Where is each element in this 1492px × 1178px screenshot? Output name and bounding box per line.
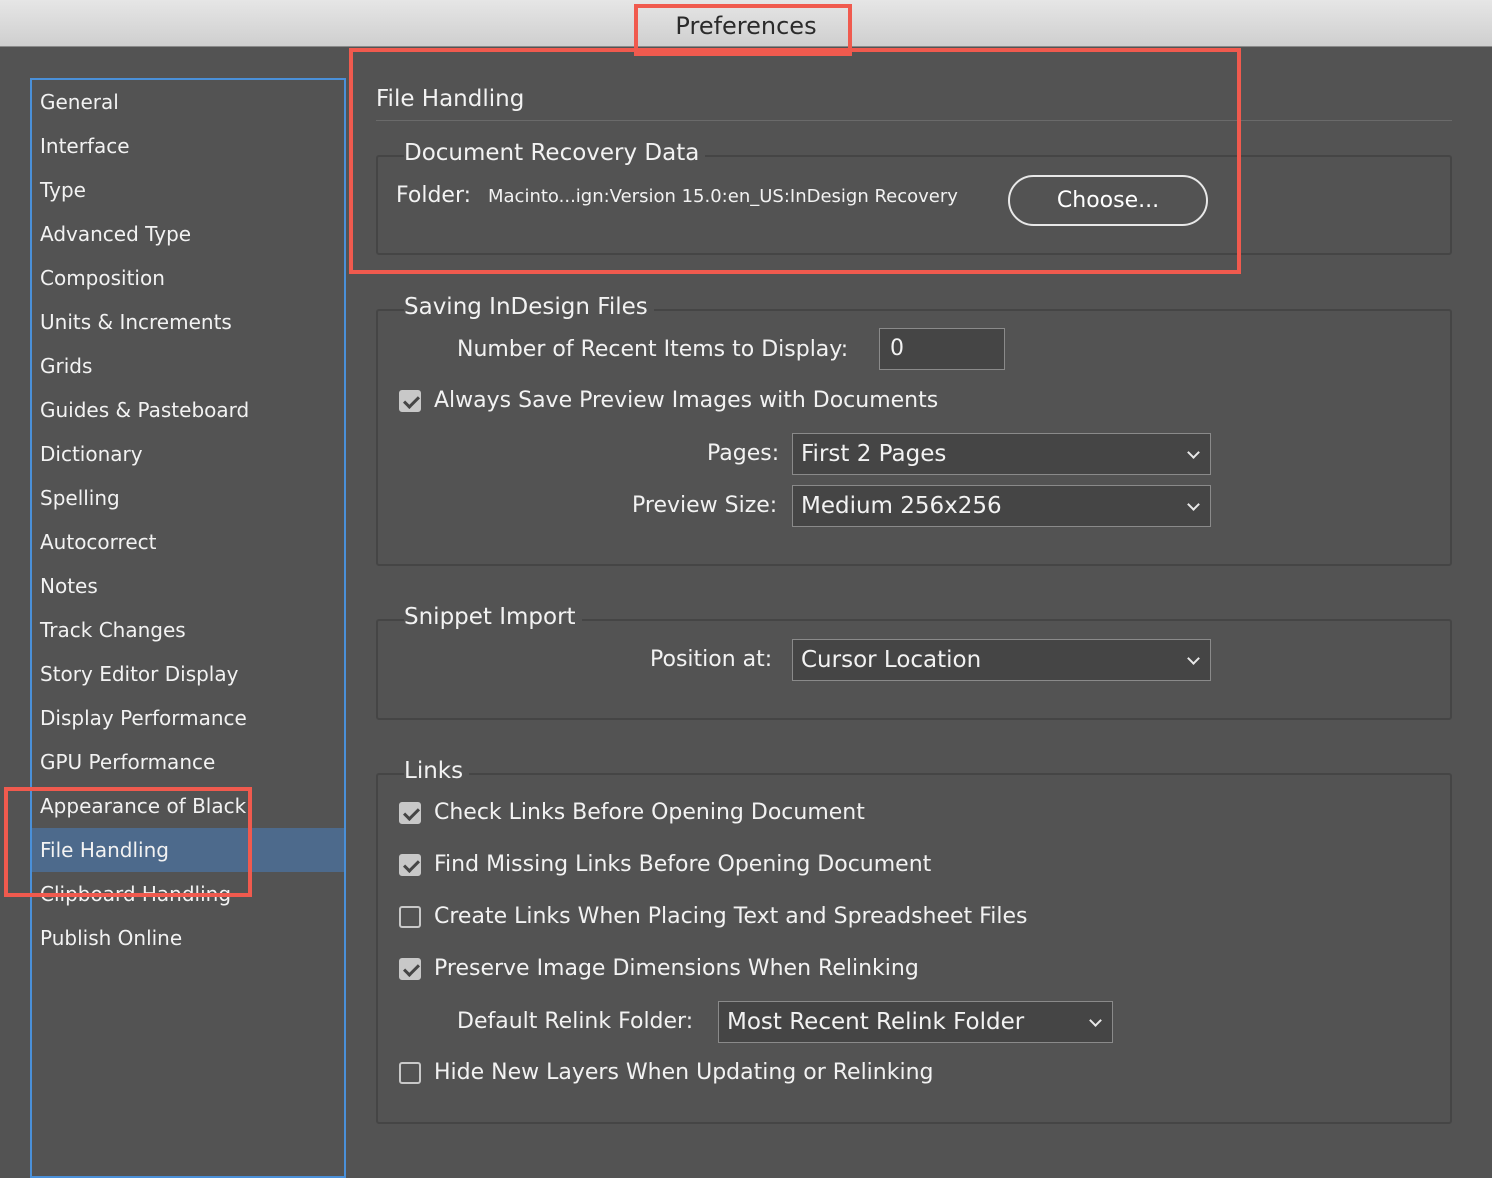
window-title: Preferences bbox=[675, 12, 817, 40]
find-missing-links-label: Find Missing Links Before Opening Docume… bbox=[434, 852, 932, 877]
chevron-down-icon bbox=[1187, 498, 1200, 511]
recovery-group-title: Document Recovery Data bbox=[404, 140, 706, 166]
choose-button[interactable]: Choose... bbox=[1008, 175, 1208, 226]
create-links-checkbox[interactable] bbox=[399, 906, 421, 928]
sidebar-item-dictionary[interactable]: Dictionary bbox=[32, 432, 344, 476]
sidebar-item-clipboard-handling[interactable]: Clipboard Handling bbox=[32, 872, 344, 916]
sidebar-item-grids[interactable]: Grids bbox=[32, 344, 344, 388]
hide-new-layers-checkbox[interactable] bbox=[399, 1062, 421, 1084]
preview-size-select-value: Medium 256x256 bbox=[801, 493, 1002, 519]
section-divider bbox=[376, 120, 1452, 121]
recent-items-input[interactable]: 0 bbox=[879, 328, 1005, 370]
sidebar-item-spelling[interactable]: Spelling bbox=[32, 476, 344, 520]
hide-new-layers-label: Hide New Layers When Updating or Relinki… bbox=[434, 1060, 934, 1085]
sidebar-item-display-performance[interactable]: Display Performance bbox=[32, 696, 344, 740]
pages-select-value: First 2 Pages bbox=[801, 441, 947, 467]
sidebar-item-appearance-of-black[interactable]: Appearance of Black bbox=[32, 784, 344, 828]
sidebar-item-gpu-performance[interactable]: GPU Performance bbox=[32, 740, 344, 784]
sidebar-item-story-editor-display[interactable]: Story Editor Display bbox=[32, 652, 344, 696]
relink-folder-select-value: Most Recent Relink Folder bbox=[727, 1009, 1025, 1035]
preserve-dimensions-label: Preserve Image Dimensions When Relinking bbox=[434, 956, 919, 981]
position-at-label: Position at: bbox=[650, 647, 773, 672]
sidebar-item-file-handling[interactable]: File Handling bbox=[32, 828, 344, 872]
sidebar-item-guides-pasteboard[interactable]: Guides & Pasteboard bbox=[32, 388, 344, 432]
pages-select[interactable]: First 2 Pages bbox=[792, 433, 1211, 475]
preferences-sidebar: General Interface Type Advanced Type Com… bbox=[30, 78, 346, 1178]
sidebar-item-interface[interactable]: Interface bbox=[32, 124, 344, 168]
snippet-group-title: Snippet Import bbox=[404, 604, 582, 630]
window-titlebar: Preferences bbox=[0, 0, 1492, 47]
sidebar-item-general[interactable]: General bbox=[32, 80, 344, 124]
links-group-title: Links bbox=[404, 758, 470, 784]
position-at-select-value: Cursor Location bbox=[801, 647, 982, 673]
chevron-down-icon bbox=[1089, 1014, 1102, 1027]
sidebar-item-type[interactable]: Type bbox=[32, 168, 344, 212]
sidebar-item-units-increments[interactable]: Units & Increments bbox=[32, 300, 344, 344]
preserve-dimensions-checkbox[interactable] bbox=[399, 958, 421, 980]
folder-path: Macinto...ign:Version 15.0:en_US:InDesig… bbox=[488, 186, 958, 207]
check-links-label: Check Links Before Opening Document bbox=[434, 800, 865, 825]
preview-size-label: Preview Size: bbox=[632, 493, 778, 518]
create-links-label: Create Links When Placing Text and Sprea… bbox=[434, 904, 1028, 929]
position-at-select[interactable]: Cursor Location bbox=[792, 639, 1211, 681]
pages-label: Pages: bbox=[707, 441, 780, 466]
preview-size-select[interactable]: Medium 256x256 bbox=[792, 485, 1211, 527]
always-save-checkbox[interactable] bbox=[399, 390, 421, 412]
relink-folder-select[interactable]: Most Recent Relink Folder bbox=[718, 1001, 1113, 1043]
sidebar-item-composition[interactable]: Composition bbox=[32, 256, 344, 300]
check-links-checkbox[interactable] bbox=[399, 802, 421, 824]
sidebar-item-autocorrect[interactable]: Autocorrect bbox=[32, 520, 344, 564]
section-title: File Handling bbox=[376, 86, 525, 112]
recent-items-label: Number of Recent Items to Display: bbox=[457, 337, 849, 362]
sidebar-item-publish-online[interactable]: Publish Online bbox=[32, 916, 344, 960]
folder-label: Folder: bbox=[396, 183, 472, 208]
sidebar-item-notes[interactable]: Notes bbox=[32, 564, 344, 608]
always-save-label: Always Save Preview Images with Document… bbox=[434, 388, 939, 413]
chevron-down-icon bbox=[1187, 652, 1200, 665]
sidebar-item-advanced-type[interactable]: Advanced Type bbox=[32, 212, 344, 256]
saving-group-title: Saving InDesign Files bbox=[404, 294, 654, 320]
chevron-down-icon bbox=[1187, 446, 1200, 459]
sidebar-item-track-changes[interactable]: Track Changes bbox=[32, 608, 344, 652]
relink-folder-label: Default Relink Folder: bbox=[457, 1009, 694, 1034]
find-missing-links-checkbox[interactable] bbox=[399, 854, 421, 876]
